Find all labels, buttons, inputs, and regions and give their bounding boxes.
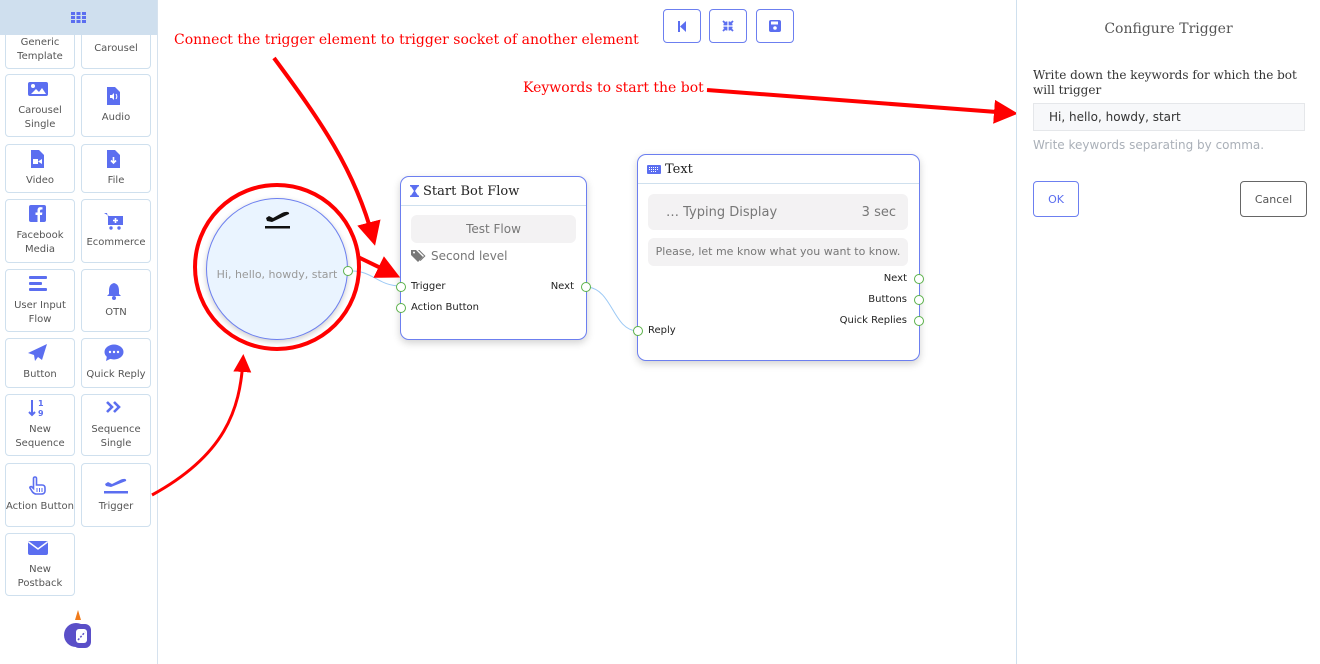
file-download-icon bbox=[107, 149, 120, 168]
sidebar-item-sequence-single[interactable]: Sequence Single bbox=[81, 394, 151, 456]
hourglass-icon bbox=[410, 185, 419, 197]
sidebar-item-label: File bbox=[107, 174, 125, 186]
svg-text:9: 9 bbox=[38, 409, 44, 418]
node-title: Start Bot Flow bbox=[423, 183, 520, 199]
sidebar-item-label: User Input Flow bbox=[14, 299, 66, 325]
plane-departure-icon bbox=[104, 478, 128, 494]
typing-label: Typing Display bbox=[683, 204, 778, 220]
trigger-socket-label: Trigger bbox=[411, 281, 446, 292]
double-chevron-right-icon bbox=[106, 401, 121, 413]
keywords-input[interactable] bbox=[1033, 103, 1305, 131]
ok-button[interactable]: OK bbox=[1033, 181, 1079, 217]
hand-pointer-icon bbox=[29, 476, 46, 495]
facebook-icon bbox=[29, 205, 46, 222]
panel-title: Configure Trigger bbox=[1104, 21, 1233, 37]
audio-file-icon bbox=[107, 86, 120, 105]
sidebar-header[interactable] bbox=[0, 0, 157, 35]
sidebar-item-label: Carousel Single bbox=[18, 104, 62, 130]
sort-numeric-icon: 19 bbox=[28, 399, 44, 418]
grid-icon bbox=[71, 12, 86, 23]
sidebar-item-label: Carousel bbox=[94, 43, 138, 54]
image-icon bbox=[28, 81, 48, 96]
sidebar-item-otn[interactable]: OTN bbox=[81, 269, 151, 332]
flow-canvas[interactable]: Hi, hello, howdy, start Start Bot Flow T… bbox=[158, 0, 1016, 664]
sidebar-item-label: Video bbox=[25, 174, 55, 186]
test-flow-button[interactable]: Test Flow bbox=[411, 215, 576, 243]
configure-trigger-panel: Configure Trigger Write down the keyword… bbox=[1016, 0, 1320, 664]
svg-text:1: 1 bbox=[38, 399, 44, 408]
sidebar-item-button[interactable]: Button bbox=[5, 338, 75, 388]
sidebar-item-label: Action Button bbox=[6, 501, 74, 512]
reply-input-socket[interactable] bbox=[633, 326, 643, 336]
sidebar-item-label: Trigger bbox=[98, 501, 134, 512]
annotation-connect: Connect the trigger element to trigger s… bbox=[174, 32, 639, 48]
keywords-help: Write keywords separating by comma. bbox=[1033, 138, 1265, 152]
next-socket-label: Next bbox=[550, 281, 574, 292]
element-sidebar: Generic Template Carousel Carousel Single A… bbox=[0, 0, 158, 664]
sidebar-item-label: Generic Template bbox=[17, 37, 63, 62]
sidebar-item-new-sequence[interactable]: 1 9 New Sequence bbox=[5, 394, 75, 456]
keyboard-icon bbox=[647, 164, 661, 174]
sidebar-item-user-input-flow[interactable]: User Input Flow bbox=[5, 269, 75, 332]
sidebar-item-label: Audio bbox=[101, 111, 131, 123]
sidebar-item-quick-reply[interactable]: Quick Reply bbox=[81, 338, 151, 388]
sidebar-item-label: Sequence Single bbox=[91, 424, 141, 449]
trigger-output-socket[interactable] bbox=[343, 266, 353, 276]
sidebar-item-label: OTN bbox=[105, 306, 127, 318]
sidebar-item-label: Button bbox=[23, 369, 57, 380]
bars-icon bbox=[29, 275, 47, 291]
trigger-node[interactable]: Hi, hello, howdy, start bbox=[206, 198, 353, 340]
node-title: Text bbox=[665, 161, 693, 177]
annotation-keywords: Keywords to start the bot bbox=[523, 80, 704, 96]
sidebar-item-label: New Postback bbox=[17, 563, 63, 589]
ellipsis-icon: … bbox=[666, 204, 684, 220]
connection-start-text bbox=[587, 286, 639, 332]
keywords-label: Write down the keywords for which the bo… bbox=[1033, 68, 1297, 97]
action-button-input-socket[interactable] bbox=[396, 303, 406, 313]
trigger-input-socket[interactable] bbox=[396, 282, 406, 292]
trigger-keywords: Hi, hello, howdy, start bbox=[216, 268, 338, 281]
text-node[interactable]: Text … Typing Display 3 sec Please, let m… bbox=[633, 154, 924, 361]
app-logo bbox=[64, 610, 91, 648]
typing-display[interactable]: … Typing Display 3 sec bbox=[648, 194, 908, 230]
quick-replies-socket-label: Quick Replies bbox=[839, 315, 907, 326]
tags-icon bbox=[411, 250, 426, 262]
buttons-output-socket[interactable] bbox=[914, 295, 924, 305]
sidebar-item-facebook-media[interactable]: Facebook Media bbox=[5, 199, 75, 263]
start-bot-flow-node[interactable]: Start Bot Flow Test Flow Second level Tr… bbox=[396, 176, 591, 340]
reply-socket-label: Reply bbox=[648, 325, 676, 336]
typing-time: 3 sec bbox=[861, 204, 896, 220]
sidebar-item-audio[interactable]: Audio bbox=[81, 74, 151, 137]
video-file-icon bbox=[31, 149, 44, 168]
sidebar-item-label: Quick Reply bbox=[86, 369, 146, 380]
sidebar-item-ecommerce[interactable]: Ecommerce bbox=[81, 199, 151, 263]
sidebar-item-new-postback[interactable]: New Postback bbox=[5, 533, 75, 596]
paper-plane-icon bbox=[28, 344, 47, 361]
chat-bubble-icon bbox=[104, 344, 124, 361]
buttons-socket-label: Buttons bbox=[868, 294, 907, 305]
sidebar-item-generic-template[interactable]: Generic Template bbox=[5, 30, 75, 69]
sidebar-item-file[interactable]: File bbox=[81, 144, 151, 193]
envelope-icon bbox=[28, 540, 48, 555]
sidebar-item-video[interactable]: Video bbox=[5, 144, 75, 193]
action-button-socket-label: Action Button bbox=[411, 302, 479, 313]
flow-label: Second level bbox=[431, 249, 508, 263]
sidebar-item-action-button[interactable]: Action Button bbox=[5, 463, 75, 527]
next-socket-label: Next bbox=[883, 273, 907, 284]
sidebar-item-carousel-single[interactable]: Carousel Single bbox=[5, 74, 75, 137]
cancel-button[interactable]: Cancel bbox=[1240, 181, 1307, 217]
next-output-socket[interactable] bbox=[914, 274, 924, 284]
message-bubble[interactable]: Please, let me know what you want to kno… bbox=[648, 238, 908, 266]
sidebar-item-carousel[interactable]: Carousel bbox=[81, 30, 151, 69]
sidebar-item-label: Ecommerce bbox=[86, 237, 146, 248]
cart-plus-icon bbox=[104, 213, 123, 230]
bell-icon bbox=[107, 282, 121, 300]
connection-trigger-start bbox=[351, 270, 402, 287]
quick-replies-output-socket[interactable] bbox=[914, 316, 924, 326]
sidebar-item-trigger[interactable]: Trigger bbox=[81, 463, 151, 527]
sidebar-item-label: Facebook Media bbox=[16, 230, 64, 255]
next-output-socket[interactable] bbox=[581, 282, 591, 292]
plane-departure-icon bbox=[265, 211, 290, 229]
sidebar-item-label: New Sequence bbox=[15, 424, 65, 449]
